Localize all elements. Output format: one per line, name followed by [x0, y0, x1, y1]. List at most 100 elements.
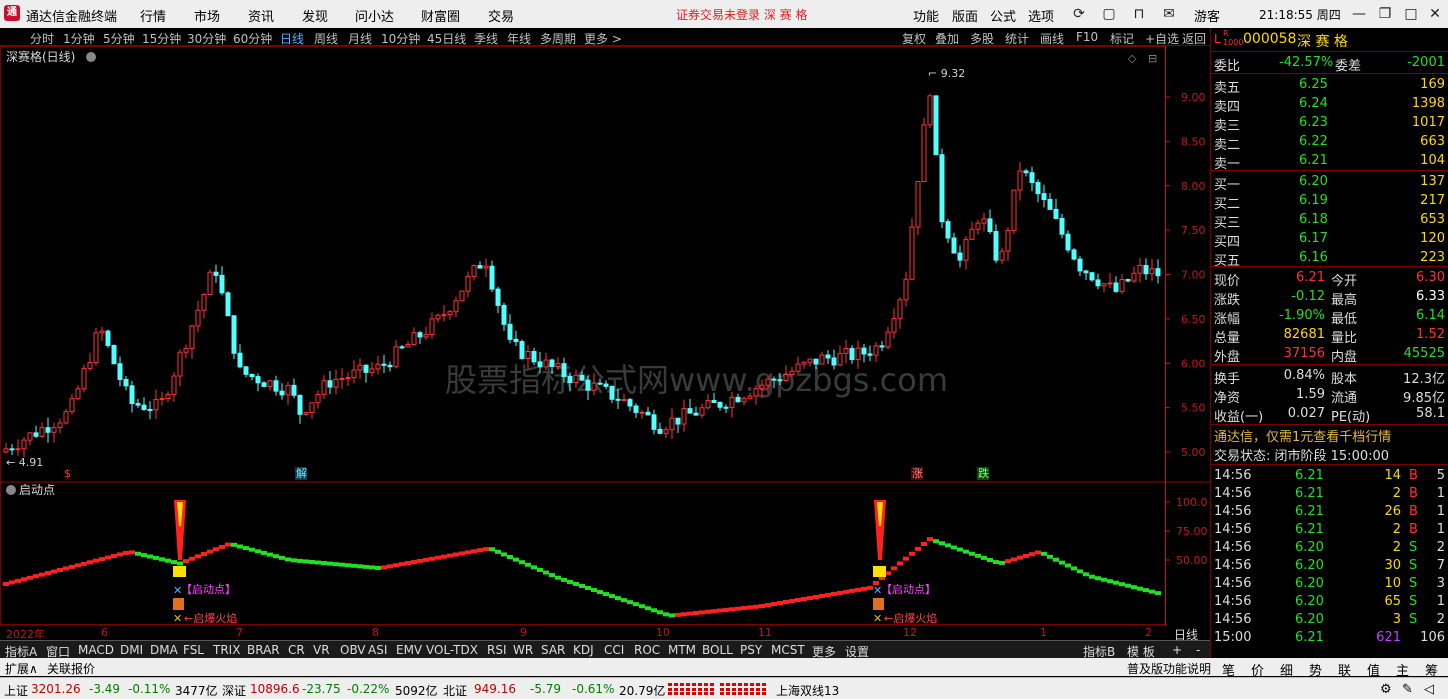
- tab-item[interactable]: CR: [288, 643, 305, 657]
- candle-body[interactable]: [801, 361, 807, 365]
- candle-body[interactable]: [393, 346, 399, 368]
- tab-item[interactable]: EMV: [396, 643, 422, 657]
- candle-body[interactable]: [237, 352, 243, 368]
- period-10min[interactable]: 10分钟: [381, 30, 420, 47]
- period-more[interactable]: 更多 >: [584, 30, 622, 47]
- candle-body[interactable]: [195, 309, 201, 327]
- candle-body[interactable]: [453, 300, 459, 313]
- candle-body[interactable]: [825, 354, 831, 359]
- candle-body[interactable]: [945, 221, 951, 239]
- order-row[interactable]: 卖一 6.21 104: [1211, 152, 1448, 172]
- tool-f10[interactable]: F10: [1076, 30, 1098, 44]
- candle-body[interactable]: [399, 346, 405, 349]
- candle-body[interactable]: [69, 398, 75, 413]
- tab-item[interactable]: CCI: [604, 643, 624, 657]
- candle-body[interactable]: [591, 382, 597, 391]
- candle-body[interactable]: [1143, 264, 1149, 275]
- user-label[interactable]: 游客: [1194, 6, 1220, 25]
- chart-svg[interactable]: 深赛格(日线) ◇ ⊟ 股票指标公式网www.gpzbgs.com 9.00 8.…: [0, 46, 1210, 627]
- candle-body[interactable]: [51, 427, 57, 433]
- candle-body[interactable]: [837, 352, 843, 366]
- menu-gongneng[interactable]: 功能: [913, 6, 939, 25]
- candle-body[interactable]: [81, 367, 87, 390]
- tab-item[interactable]: FSL: [183, 643, 204, 657]
- candle-body[interactable]: [507, 323, 513, 340]
- candle-body[interactable]: [1107, 282, 1113, 285]
- order-row[interactable]: 买五 6.16 223: [1211, 249, 1448, 269]
- candle-body[interactable]: [975, 222, 981, 230]
- candle-body[interactable]: [1017, 170, 1023, 191]
- period-multi[interactable]: 多周期: [540, 30, 576, 47]
- candle-body[interactable]: [993, 231, 999, 261]
- candle-body[interactable]: [1089, 272, 1095, 281]
- tab-plus[interactable]: +: [1172, 643, 1182, 657]
- candle-body[interactable]: [501, 304, 507, 325]
- tool-fuquan[interactable]: 复权: [902, 30, 926, 47]
- refresh-icon[interactable]: ⟳: [1066, 3, 1092, 25]
- candle-body[interactable]: [309, 402, 315, 414]
- candle-body[interactable]: [759, 384, 765, 390]
- event-tag-dollar[interactable]: $: [64, 467, 71, 480]
- candle-body[interactable]: [99, 330, 105, 334]
- candle-body[interactable]: [135, 403, 141, 406]
- candle-body[interactable]: [1023, 170, 1029, 174]
- candle-body[interactable]: [657, 428, 663, 434]
- candle-body[interactable]: [477, 265, 483, 269]
- candle-body[interactable]: [1005, 230, 1011, 252]
- candle-body[interactable]: [849, 347, 855, 361]
- tick-row[interactable]: 14:56 6.20 2 S 2: [1211, 539, 1448, 557]
- candle-body[interactable]: [753, 388, 759, 397]
- candle-body[interactable]: [1053, 208, 1059, 219]
- candle-body[interactable]: [855, 347, 861, 361]
- candle-body[interactable]: [879, 345, 885, 348]
- candle-body[interactable]: [885, 331, 891, 348]
- tab-item[interactable]: PSY: [740, 643, 762, 657]
- candle-body[interactable]: [435, 314, 441, 320]
- candle-body[interactable]: [285, 384, 291, 396]
- order-row[interactable]: 卖五 6.25 169: [1211, 76, 1448, 96]
- candle-body[interactable]: [537, 361, 543, 368]
- candle-body[interactable]: [177, 351, 183, 377]
- tick-row[interactable]: 14:56 6.21 2 B 1: [1211, 485, 1448, 503]
- candle-body[interactable]: [105, 330, 111, 346]
- menu-gongshi[interactable]: 公式: [990, 6, 1016, 25]
- candle-body[interactable]: [735, 396, 741, 403]
- candle-body[interactable]: [327, 380, 333, 388]
- candle-body[interactable]: [57, 422, 63, 429]
- candle-body[interactable]: [999, 250, 1005, 261]
- candle-body[interactable]: [819, 354, 825, 365]
- pen-icon[interactable]: ✎: [1402, 682, 1413, 697]
- market-breadth-icon-2[interactable]: [720, 683, 766, 695]
- candle-body[interactable]: [675, 417, 681, 425]
- tab-item[interactable]: OBV: [340, 643, 366, 657]
- candle-body[interactable]: [147, 408, 153, 411]
- candle-body[interactable]: [927, 95, 933, 126]
- candle-body[interactable]: [1035, 181, 1041, 195]
- order-row[interactable]: 买四 6.17 120: [1211, 230, 1448, 250]
- tab-item[interactable]: VR: [313, 643, 330, 657]
- period-1min[interactable]: 1分钟: [63, 30, 95, 47]
- tab-item[interactable]: SAR: [541, 643, 565, 657]
- candle-body[interactable]: [489, 265, 495, 290]
- market-breadth-icon[interactable]: [668, 683, 714, 695]
- candle-body[interactable]: [555, 363, 561, 368]
- candle-body[interactable]: [465, 275, 471, 292]
- candle-body[interactable]: [459, 290, 465, 302]
- candle-body[interactable]: [621, 399, 627, 402]
- tab-item[interactable]: BRAR: [247, 643, 280, 657]
- candle-body[interactable]: [441, 314, 447, 317]
- candle-body[interactable]: [717, 402, 723, 408]
- tab-item[interactable]: RSI: [487, 643, 507, 657]
- candle-body[interactable]: [123, 378, 129, 387]
- candle-body[interactable]: [15, 448, 21, 451]
- candle-body[interactable]: [201, 294, 207, 311]
- candle-body[interactable]: [519, 341, 525, 360]
- candle-body[interactable]: [987, 218, 993, 233]
- candle-body[interactable]: [729, 396, 735, 409]
- candle-body[interactable]: [789, 370, 795, 376]
- candle-body[interactable]: [1011, 189, 1017, 232]
- menu-caifuquan[interactable]: 财富圈: [421, 6, 460, 25]
- candle-body[interactable]: [1095, 279, 1101, 287]
- candle-body[interactable]: [231, 315, 237, 354]
- candle-body[interactable]: [297, 394, 303, 415]
